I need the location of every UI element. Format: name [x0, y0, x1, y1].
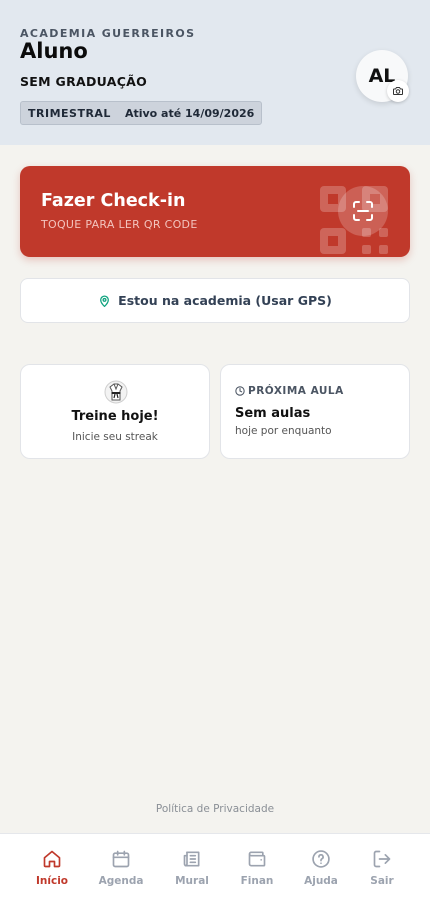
karate-gi-icon — [104, 380, 128, 404]
privacy-policy-link[interactable]: Política de Privacidade — [0, 803, 430, 815]
nav-ajuda[interactable]: Ajuda — [286, 834, 356, 900]
plan-type: TRIMESTRAL — [28, 106, 111, 120]
checkin-title: Fazer Check-in — [41, 191, 186, 211]
plan-status: Ativo até 14/09/2026 — [124, 106, 255, 120]
nav-sair[interactable]: Sair — [347, 834, 417, 900]
nav-label: Mural — [175, 875, 209, 887]
map-pin-icon — [98, 294, 111, 308]
calendar-icon — [111, 849, 131, 869]
scan-icon — [353, 201, 373, 221]
graduation-label: SEM GRADUAÇÃO — [20, 74, 148, 89]
next-class-subtitle: hoje por enquanto — [235, 425, 332, 437]
nav-label: Início — [35, 875, 69, 887]
checkin-button[interactable]: Fazer Check-in TOQUE PARA LER QR CODE — [20, 166, 410, 257]
train-title: Treine hoje! — [71, 409, 159, 424]
checkin-subtitle: TOQUE PARA LER QR CODE — [41, 218, 198, 231]
train-subtitle: Inicie seu streak — [72, 431, 158, 443]
camera-icon — [393, 87, 403, 95]
nav-mural[interactable]: Mural — [157, 834, 227, 900]
help-circle-icon — [311, 849, 331, 869]
gps-checkin-button[interactable]: Estou na academia (Usar GPS) — [20, 278, 410, 323]
nav-finan[interactable]: Finan — [222, 834, 292, 900]
nav-label: Finan — [240, 875, 274, 887]
change-photo-button[interactable] — [387, 80, 409, 102]
nav-agenda[interactable]: Agenda — [86, 834, 156, 900]
bottom-navigation: Início Agenda Mural Finan Ajuda Sair — [0, 833, 430, 900]
student-name: Aluno — [20, 39, 88, 63]
next-class-card[interactable]: PRÓXIMA AULA Sem aulas hoje por enquanto — [220, 364, 410, 459]
nav-label: Agenda — [98, 875, 144, 887]
newspaper-icon — [182, 849, 202, 869]
nav-label: Ajuda — [304, 875, 338, 887]
plan-badge: TRIMESTRAL Ativo até 14/09/2026 — [20, 101, 263, 125]
clock-icon — [235, 386, 245, 396]
nav-label: Sair — [370, 875, 394, 887]
wallet-icon — [247, 849, 267, 869]
gps-label: Estou na academia (Usar GPS) — [118, 293, 332, 308]
next-class-label: PRÓXIMA AULA — [248, 385, 344, 397]
scan-button[interactable] — [338, 186, 388, 236]
next-class-title: Sem aulas — [235, 406, 311, 421]
logout-icon — [372, 849, 392, 869]
home-icon — [42, 849, 62, 869]
profile-header: ACADEMIA GUERREIROS Aluno SEM GRADUAÇÃO … — [0, 0, 430, 145]
nav-inicio[interactable]: Início — [17, 834, 87, 900]
next-class-label-row: PRÓXIMA AULA — [235, 385, 344, 397]
train-today-card[interactable]: Treine hoje! Inicie seu streak — [20, 364, 210, 459]
